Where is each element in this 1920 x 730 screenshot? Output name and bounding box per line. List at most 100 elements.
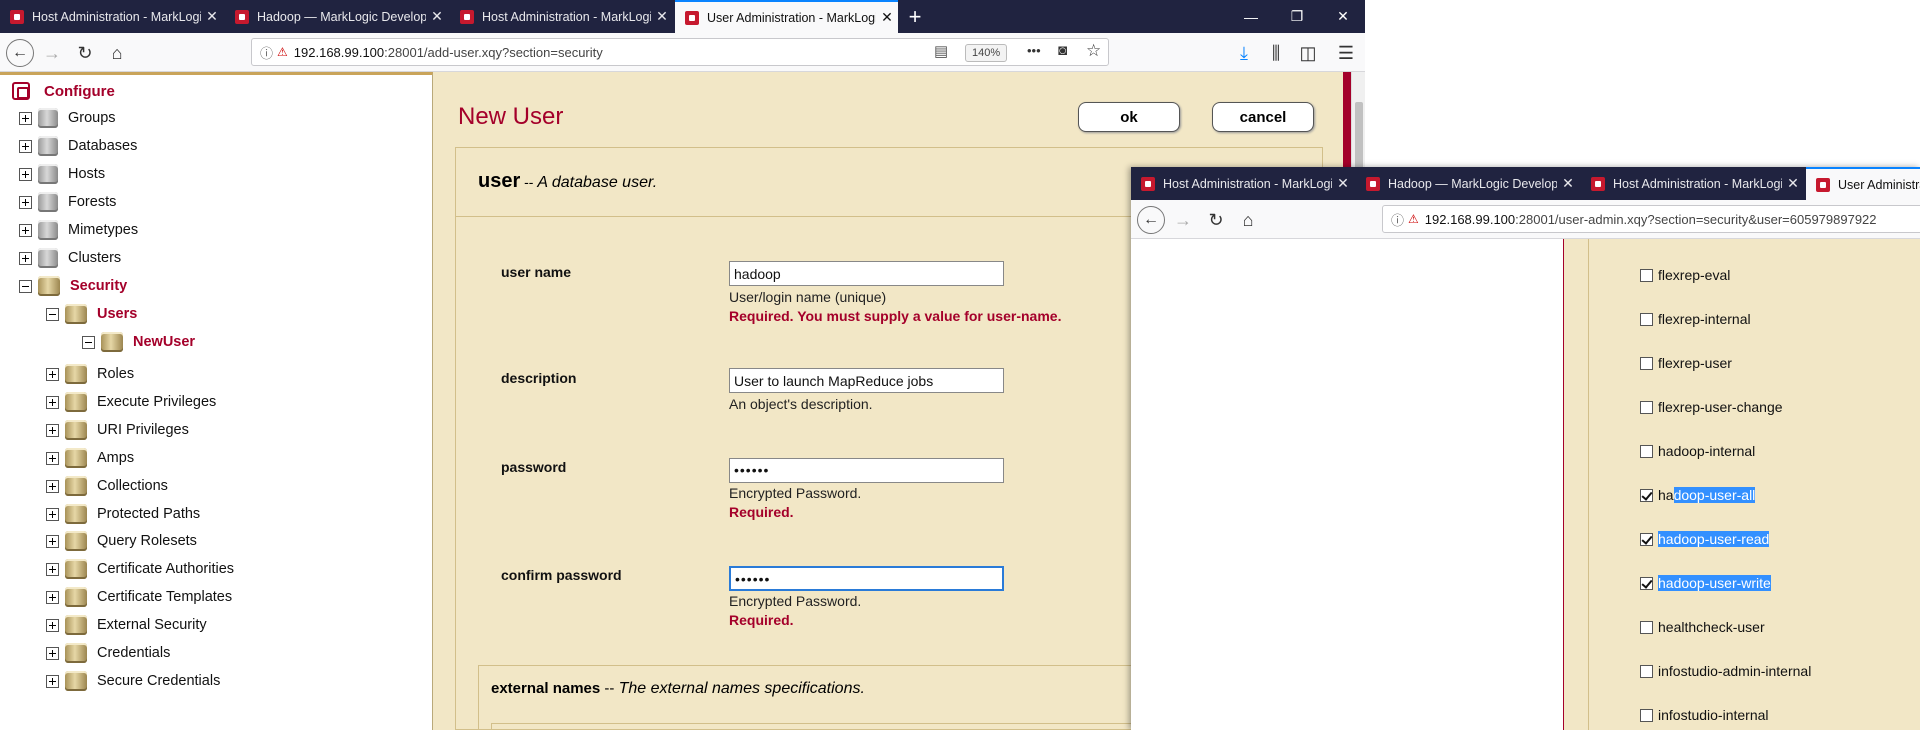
close-icon[interactable]: ✕ xyxy=(1332,175,1354,192)
tab-host-admin-2[interactable]: Host Administration - MarkLogic ✕ xyxy=(450,0,673,33)
role-hadoop-user-all[interactable]: ha doop-user-all xyxy=(1640,487,1756,503)
expand-icon[interactable] xyxy=(46,618,59,632)
reader-view-icon[interactable]: ▤ xyxy=(934,42,948,60)
expand-icon[interactable] xyxy=(46,534,59,548)
tree-item-amps[interactable]: Amps xyxy=(46,447,134,469)
role-hadoop-user-read[interactable]: hadoop-user-read xyxy=(1640,531,1770,547)
tree-item-newuser[interactable]: NewUser xyxy=(82,331,195,353)
tree-item-execute-privileges[interactable]: Execute Privileges xyxy=(46,391,216,413)
role-infostudio-admin-internal[interactable]: infostudio-admin-internal xyxy=(1640,663,1811,679)
tree-item-groups[interactable]: Groups xyxy=(19,107,116,129)
expand-icon[interactable] xyxy=(19,251,32,265)
tab-hadoop[interactable]: Hadoop — MarkLogic Developer ✕ xyxy=(1356,167,1579,200)
tree-item-databases[interactable]: Databases xyxy=(19,135,137,157)
tab-host-admin-2[interactable]: Host Administration - MarkLogic ✕ xyxy=(1581,167,1804,200)
reload-button[interactable]: ↻ xyxy=(1202,206,1230,234)
checkbox[interactable] xyxy=(1640,268,1653,282)
pocket-icon[interactable]: ◙ xyxy=(1058,42,1067,59)
tree-item-uri-privileges[interactable]: URI Privileges xyxy=(46,419,189,441)
tab-host-admin-1[interactable]: Host Administration - MarkLogic ✕ xyxy=(1131,167,1354,200)
tree-item-certificate-templates[interactable]: Certificate Templates xyxy=(46,586,232,608)
forward-button[interactable]: → xyxy=(1169,206,1197,234)
sidebar-icon[interactable]: ◫ xyxy=(1294,39,1322,67)
checkbox[interactable] xyxy=(1640,444,1653,458)
home-button[interactable]: ⌂ xyxy=(1234,206,1262,234)
confirm-password-input[interactable]: •••••• xyxy=(729,566,1004,591)
role-flexrep-eval[interactable]: flexrep-eval xyxy=(1640,267,1730,283)
bookmark-star-icon[interactable]: ☆ xyxy=(1086,41,1101,61)
expand-icon[interactable] xyxy=(46,646,59,660)
checkbox-checked[interactable] xyxy=(1640,532,1653,546)
tree-item-certificate-authorities[interactable]: Certificate Authorities xyxy=(46,558,234,580)
download-icon[interactable]: ⤓ xyxy=(1230,39,1258,67)
back-button[interactable]: ← xyxy=(6,39,34,67)
role-infostudio-internal[interactable]: infostudio-internal xyxy=(1640,707,1769,723)
expand-icon[interactable] xyxy=(46,562,59,576)
expand-icon[interactable] xyxy=(19,111,32,125)
checkbox-checked[interactable] xyxy=(1640,488,1653,502)
password-input[interactable]: •••••• xyxy=(729,458,1004,483)
expand-icon[interactable] xyxy=(46,507,59,521)
tab-user-admin[interactable]: User Administratio xyxy=(1806,167,1920,200)
minimize-button[interactable]: — xyxy=(1228,0,1274,33)
url-bar[interactable]: ⓘ ⚠ 192.168.99.100 :28001/user-admin.xqy… xyxy=(1382,205,1920,233)
tree-item-users[interactable]: Users xyxy=(46,303,137,325)
checkbox-checked[interactable] xyxy=(1640,576,1653,590)
forward-button[interactable]: → xyxy=(38,39,66,67)
collapse-icon[interactable] xyxy=(82,335,95,349)
collapse-icon[interactable] xyxy=(46,307,59,321)
expand-icon[interactable] xyxy=(46,367,59,381)
tab-hadoop[interactable]: Hadoop — MarkLogic Developer ✕ xyxy=(225,0,448,33)
tree-item-clusters[interactable]: Clusters xyxy=(19,247,121,269)
close-icon[interactable]: ✕ xyxy=(651,8,673,25)
back-button[interactable]: ← xyxy=(1137,206,1165,234)
reload-button[interactable]: ↻ xyxy=(71,39,99,67)
tree-item-hosts[interactable]: Hosts xyxy=(19,163,105,185)
tree-item-credentials[interactable]: Credentials xyxy=(46,642,170,664)
tree-item-collections[interactable]: Collections xyxy=(46,475,168,497)
checkbox[interactable] xyxy=(1640,620,1653,634)
info-icon[interactable]: ⓘ xyxy=(1391,210,1404,229)
role-healthcheck-user[interactable]: healthcheck-user xyxy=(1640,619,1765,635)
tree-item-roles[interactable]: Roles xyxy=(46,363,134,385)
expand-icon[interactable] xyxy=(46,423,59,437)
close-icon[interactable]: ✕ xyxy=(876,9,898,26)
checkbox[interactable] xyxy=(1640,708,1653,722)
expand-icon[interactable] xyxy=(19,167,32,181)
role-hadoop-user-write[interactable]: hadoop-user-write xyxy=(1640,575,1771,591)
checkbox[interactable] xyxy=(1640,664,1653,678)
expand-icon[interactable] xyxy=(19,195,32,209)
cancel-button[interactable]: cancel xyxy=(1212,102,1314,132)
expand-icon[interactable] xyxy=(46,395,59,409)
expand-icon[interactable] xyxy=(46,674,59,688)
checkbox[interactable] xyxy=(1640,356,1653,370)
tree-item-mimetypes[interactable]: Mimetypes xyxy=(19,219,138,241)
tab-host-admin-1[interactable]: Host Administration - MarkLogic ✕ xyxy=(0,0,223,33)
username-input[interactable] xyxy=(729,261,1004,286)
close-icon[interactable]: ✕ xyxy=(201,8,223,25)
zoom-indicator[interactable]: 140% xyxy=(965,44,1008,62)
close-icon[interactable]: ✕ xyxy=(426,8,448,25)
close-icon[interactable]: ✕ xyxy=(1782,175,1804,192)
role-hadoop-internal[interactable]: hadoop-internal xyxy=(1640,443,1755,459)
expand-icon[interactable] xyxy=(46,590,59,604)
page-actions-icon[interactable]: ••• xyxy=(1027,43,1041,58)
collapse-icon[interactable] xyxy=(19,279,32,293)
close-window-button[interactable]: ✕ xyxy=(1320,0,1365,33)
home-button[interactable]: ⌂ xyxy=(103,39,131,67)
description-input[interactable] xyxy=(729,368,1004,393)
expand-icon[interactable] xyxy=(46,479,59,493)
role-flexrep-internal[interactable]: flexrep-internal xyxy=(1640,311,1751,327)
tree-item-forests[interactable]: Forests xyxy=(19,191,116,213)
close-icon[interactable]: ✕ xyxy=(1557,175,1579,192)
ok-button[interactable]: ok xyxy=(1078,102,1180,132)
checkbox[interactable] xyxy=(1640,400,1653,414)
tree-item-protected-paths[interactable]: Protected Paths xyxy=(46,503,200,525)
tree-item-security[interactable]: Security xyxy=(19,275,127,297)
library-icon[interactable]: ⫼ xyxy=(1262,39,1290,67)
menu-icon[interactable]: ☰ xyxy=(1332,39,1360,67)
expand-icon[interactable] xyxy=(19,139,32,153)
expand-icon[interactable] xyxy=(46,451,59,465)
tree-item-secure-credentials[interactable]: Secure Credentials xyxy=(46,670,220,692)
tree-item-external-security[interactable]: External Security xyxy=(46,614,207,636)
